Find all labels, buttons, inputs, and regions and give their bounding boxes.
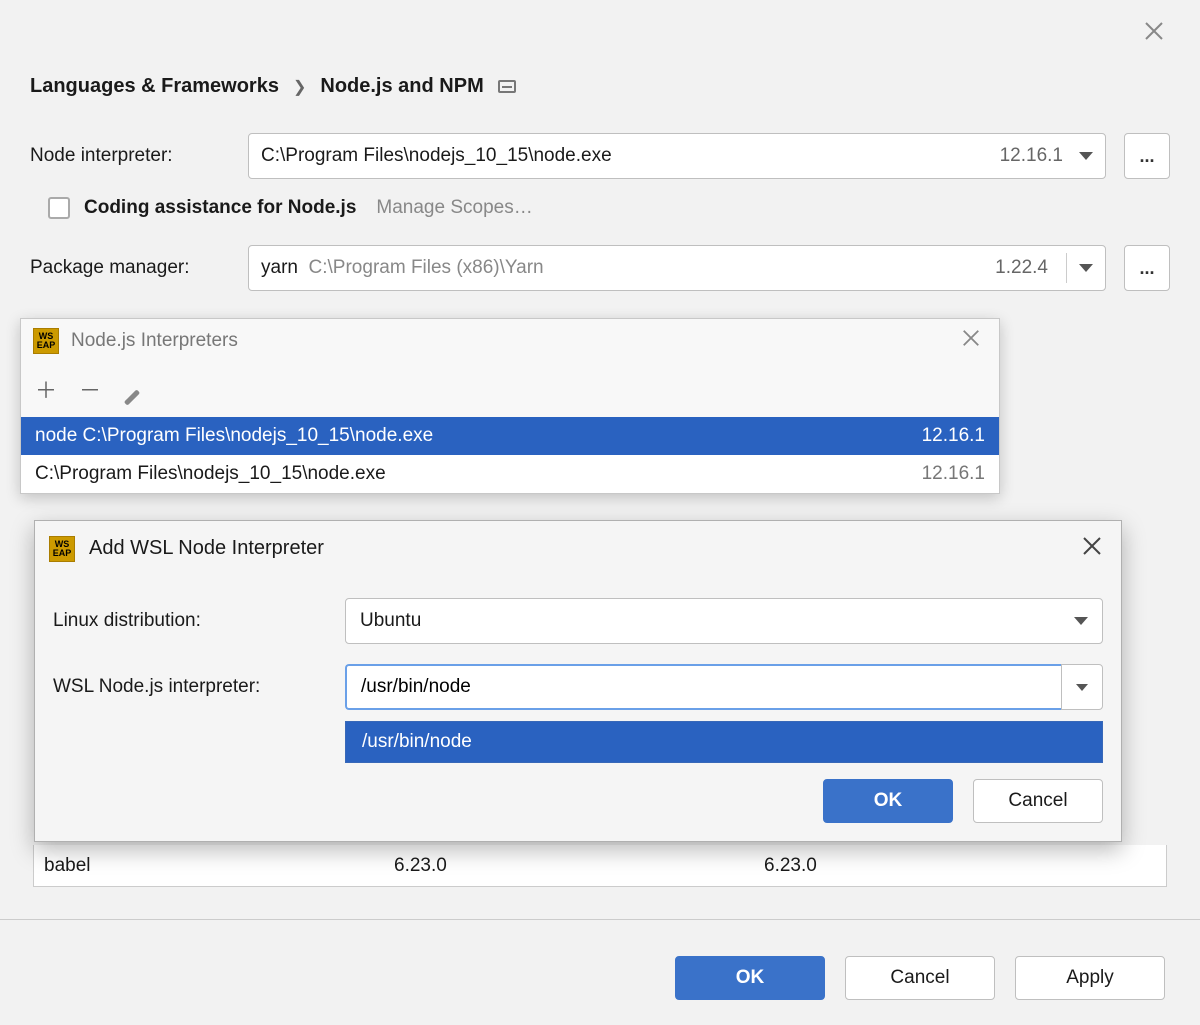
wsl-interpreter-input[interactable] (345, 664, 1061, 710)
node-interpreter-browse-button[interactable]: ... (1124, 133, 1170, 179)
package-version: 6.23.0 (394, 855, 764, 877)
interpreters-dialog-header: WSEAP Node.js Interpreters (21, 319, 999, 363)
interpreter-version: 12.16.1 (905, 425, 985, 447)
coding-assistance-label: Coding assistance for Node.js (84, 197, 356, 219)
package-manager-browse-button[interactable]: ... (1124, 245, 1170, 291)
package-manager-row: Package manager: yarn C:\Program Files (… (30, 245, 1170, 291)
breadcrumb: Languages & Frameworks ❯ Node.js and NPM (30, 75, 1170, 98)
caret-down-icon (1076, 684, 1088, 691)
close-icon[interactable] (955, 327, 987, 355)
caret-down-icon (1079, 264, 1093, 272)
wsl-interpreter-dropdown-item[interactable]: /usr/bin/node (345, 721, 1103, 763)
interpreters-dialog-title: Node.js Interpreters (71, 330, 943, 352)
package-manager-path: C:\Program Files (x86)\Yarn (309, 257, 544, 278)
package-manager-name: yarn (261, 257, 298, 278)
manage-scopes-link[interactable]: Manage Scopes… (376, 197, 532, 219)
node-interpreter-combo[interactable]: C:\Program Files\nodejs_10_15\node.exe 1… (248, 133, 1106, 179)
wsl-interpreter-label: WSL Node.js interpreter: (53, 676, 325, 698)
package-manager-value: yarn C:\Program Files (x86)\Yarn (261, 257, 995, 279)
interpreter-row[interactable]: C:\Program Files\nodejs_10_15\node.exe 1… (21, 455, 999, 493)
interpreters-dialog: WSEAP Node.js Interpreters ＋ － node C:\P… (20, 318, 1000, 494)
wsl-dialog-header: WSEAP Add WSL Node Interpreter (35, 521, 1121, 576)
package-table-row[interactable]: babel 6.23.0 6.23.0 (33, 845, 1167, 887)
wsl-interpreter-row: WSL Node.js interpreter: (53, 664, 1103, 710)
caret-down-icon (1079, 152, 1093, 160)
interpreter-row[interactable]: node C:\Program Files\nodejs_10_15\node.… (21, 417, 999, 455)
add-icon[interactable]: ＋ (35, 373, 57, 405)
wsl-dialog-buttons: OK Cancel (823, 779, 1103, 823)
cancel-button[interactable]: Cancel (973, 779, 1103, 823)
node-interpreter-version: 12.16.1 (1000, 145, 1063, 167)
expand-icon[interactable] (498, 80, 516, 93)
wsl-dialog-title: Add WSL Node Interpreter (89, 537, 1063, 560)
package-name: babel (34, 855, 394, 877)
package-manager-version: 1.22.4 (995, 257, 1048, 279)
wsl-dialog-body: Linux distribution: Ubuntu WSL Node.js i… (35, 576, 1121, 734)
settings-panel: Languages & Frameworks ❯ Node.js and NPM… (0, 0, 1200, 920)
package-manager-label: Package manager: (30, 257, 230, 279)
linux-distribution-label: Linux distribution: (53, 610, 325, 632)
node-interpreter-path: C:\Program Files\nodejs_10_15\node.exe (261, 145, 1000, 167)
interpreters-toolbar: ＋ － (21, 363, 999, 417)
linux-distribution-row: Linux distribution: Ubuntu (53, 598, 1103, 644)
package-latest: 6.23.0 (764, 855, 1166, 877)
node-interpreter-label: Node interpreter: (30, 145, 230, 167)
interpreter-path: C:\Program Files\nodejs_10_15\node.exe (35, 463, 905, 485)
wsl-interpreter-dropdown-button[interactable] (1061, 664, 1103, 710)
coding-assistance-row: Coding assistance for Node.js Manage Sco… (30, 197, 1170, 219)
webstorm-eap-icon: WSEAP (49, 536, 75, 562)
package-manager-combo[interactable]: yarn C:\Program Files (x86)\Yarn 1.22.4 (248, 245, 1106, 291)
interpreter-path: node C:\Program Files\nodejs_10_15\node.… (35, 425, 905, 447)
add-wsl-interpreter-dialog: WSEAP Add WSL Node Interpreter Linux dis… (34, 520, 1122, 842)
linux-distribution-value: Ubuntu (360, 610, 421, 632)
apply-button[interactable]: Apply (1015, 956, 1165, 1000)
cancel-button[interactable]: Cancel (845, 956, 995, 1000)
breadcrumb-root[interactable]: Languages & Frameworks (30, 75, 279, 98)
chevron-right-icon: ❯ (293, 77, 306, 97)
divider (1066, 253, 1067, 283)
wsl-interpreter-combo (345, 664, 1103, 710)
caret-down-icon (1074, 617, 1088, 625)
interpreters-list: node C:\Program Files\nodejs_10_15\node.… (21, 417, 999, 493)
ok-button[interactable]: OK (675, 956, 825, 1000)
breadcrumb-leaf: Node.js and NPM (320, 75, 483, 98)
ok-button[interactable]: OK (823, 779, 953, 823)
remove-icon[interactable]: － (79, 373, 101, 405)
close-icon[interactable] (1143, 18, 1165, 49)
settings-footer: OK Cancel Apply (0, 930, 1200, 1025)
linux-distribution-select[interactable]: Ubuntu (345, 598, 1103, 644)
coding-assistance-checkbox[interactable] (48, 197, 70, 219)
node-interpreter-row: Node interpreter: C:\Program Files\nodej… (30, 133, 1170, 179)
webstorm-eap-icon: WSEAP (33, 328, 59, 354)
interpreter-version: 12.16.1 (905, 463, 985, 485)
close-icon[interactable] (1077, 533, 1107, 564)
